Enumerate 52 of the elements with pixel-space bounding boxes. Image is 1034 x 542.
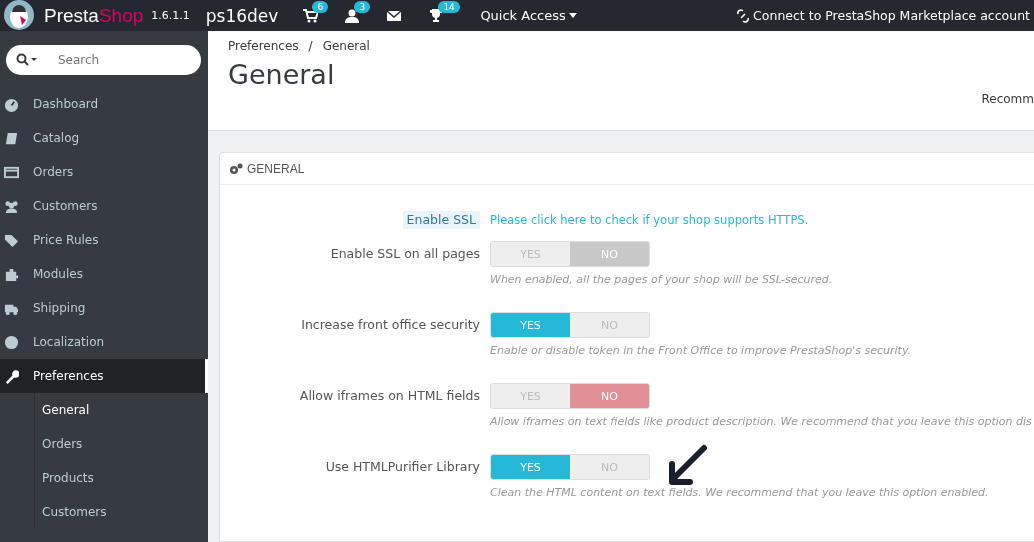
breadcrumb-item[interactable]: Preferences — [228, 39, 299, 53]
link-icon — [736, 8, 751, 23]
cart-icon[interactable] — [302, 7, 319, 24]
submenu-item[interactable]: General — [35, 393, 208, 427]
notification-badge: 6 — [312, 0, 329, 13]
toolbar-text: Recomm — [981, 92, 1034, 106]
quick-access-menu[interactable]: Quick Access — [474, 7, 583, 24]
submenu-item[interactable]: Orders — [35, 427, 208, 461]
sidebar-item[interactable]: Localization — [0, 325, 208, 359]
help-text: Clean the HTML content on text fields. We recommend that you leave this option enabled. — [490, 486, 989, 499]
sidebar-item[interactable]: Preferences — [0, 359, 208, 393]
field-label: Use HTMLPurifier Library — [324, 458, 481, 476]
submenu-item[interactable]: Products — [35, 461, 208, 495]
tag-icon — [4, 232, 19, 248]
wrench-icon — [4, 368, 19, 384]
sidebar-item[interactable]: Dashboard — [0, 87, 208, 121]
search-box[interactable]: Search — [6, 45, 201, 75]
search-icon — [16, 53, 38, 67]
sidebar-item[interactable]: Orders — [0, 155, 208, 189]
dashboard-icon — [4, 96, 19, 112]
panel-title: GENERAL — [247, 161, 305, 176]
sidebar-item[interactable]: Price Rules — [0, 223, 208, 257]
gears-icon — [229, 162, 243, 175]
marketplace-link[interactable]: Connect to PrestaShop Marketplace account — [753, 8, 1030, 23]
help-text: When enabled, all the pages of your shop will be SSL-secured. — [490, 273, 833, 286]
sidebar-item[interactable]: Customers — [0, 189, 208, 223]
arrow-drawing — [666, 444, 708, 488]
field-label: Allow iframes on HTML fields — [298, 387, 481, 405]
sidebar-item[interactable]: Shipping — [0, 291, 208, 325]
notification-badge: 3 — [354, 0, 371, 13]
brand-name: PrestaShop — [44, 4, 144, 27]
submenu-item[interactable]: Customers — [35, 495, 208, 529]
breadcrumb-item[interactable]: General — [322, 39, 370, 53]
users-icon — [4, 198, 19, 214]
field-label: Increase front office security — [300, 316, 481, 334]
field-label: Enable SSL on all pages — [329, 245, 481, 263]
breadcrumb-separator: / — [308, 39, 313, 53]
card-icon — [4, 164, 19, 180]
book-icon — [4, 130, 19, 146]
caret-icon — [568, 13, 577, 18]
user-icon[interactable] — [344, 7, 361, 24]
help-text: Enable or disable token in the Front Office to improve PrestaShop's security. — [490, 344, 912, 357]
help-text: Allow iframes on text fields like product description. We recommend that you leave this option dis — [490, 415, 1032, 428]
version-text: 1.6.1.1 — [151, 9, 190, 22]
puzzle-icon — [4, 266, 19, 282]
sidebar-item[interactable]: Catalog — [0, 121, 208, 155]
shop-name: ps16dev — [205, 5, 279, 26]
sidebar-item[interactable]: Modules — [0, 257, 208, 291]
logo-icon — [2, 0, 36, 31]
ssl-label: Enable SSL — [402, 211, 480, 229]
notification-badge: 14 — [438, 0, 460, 13]
page-title: General — [228, 59, 336, 90]
